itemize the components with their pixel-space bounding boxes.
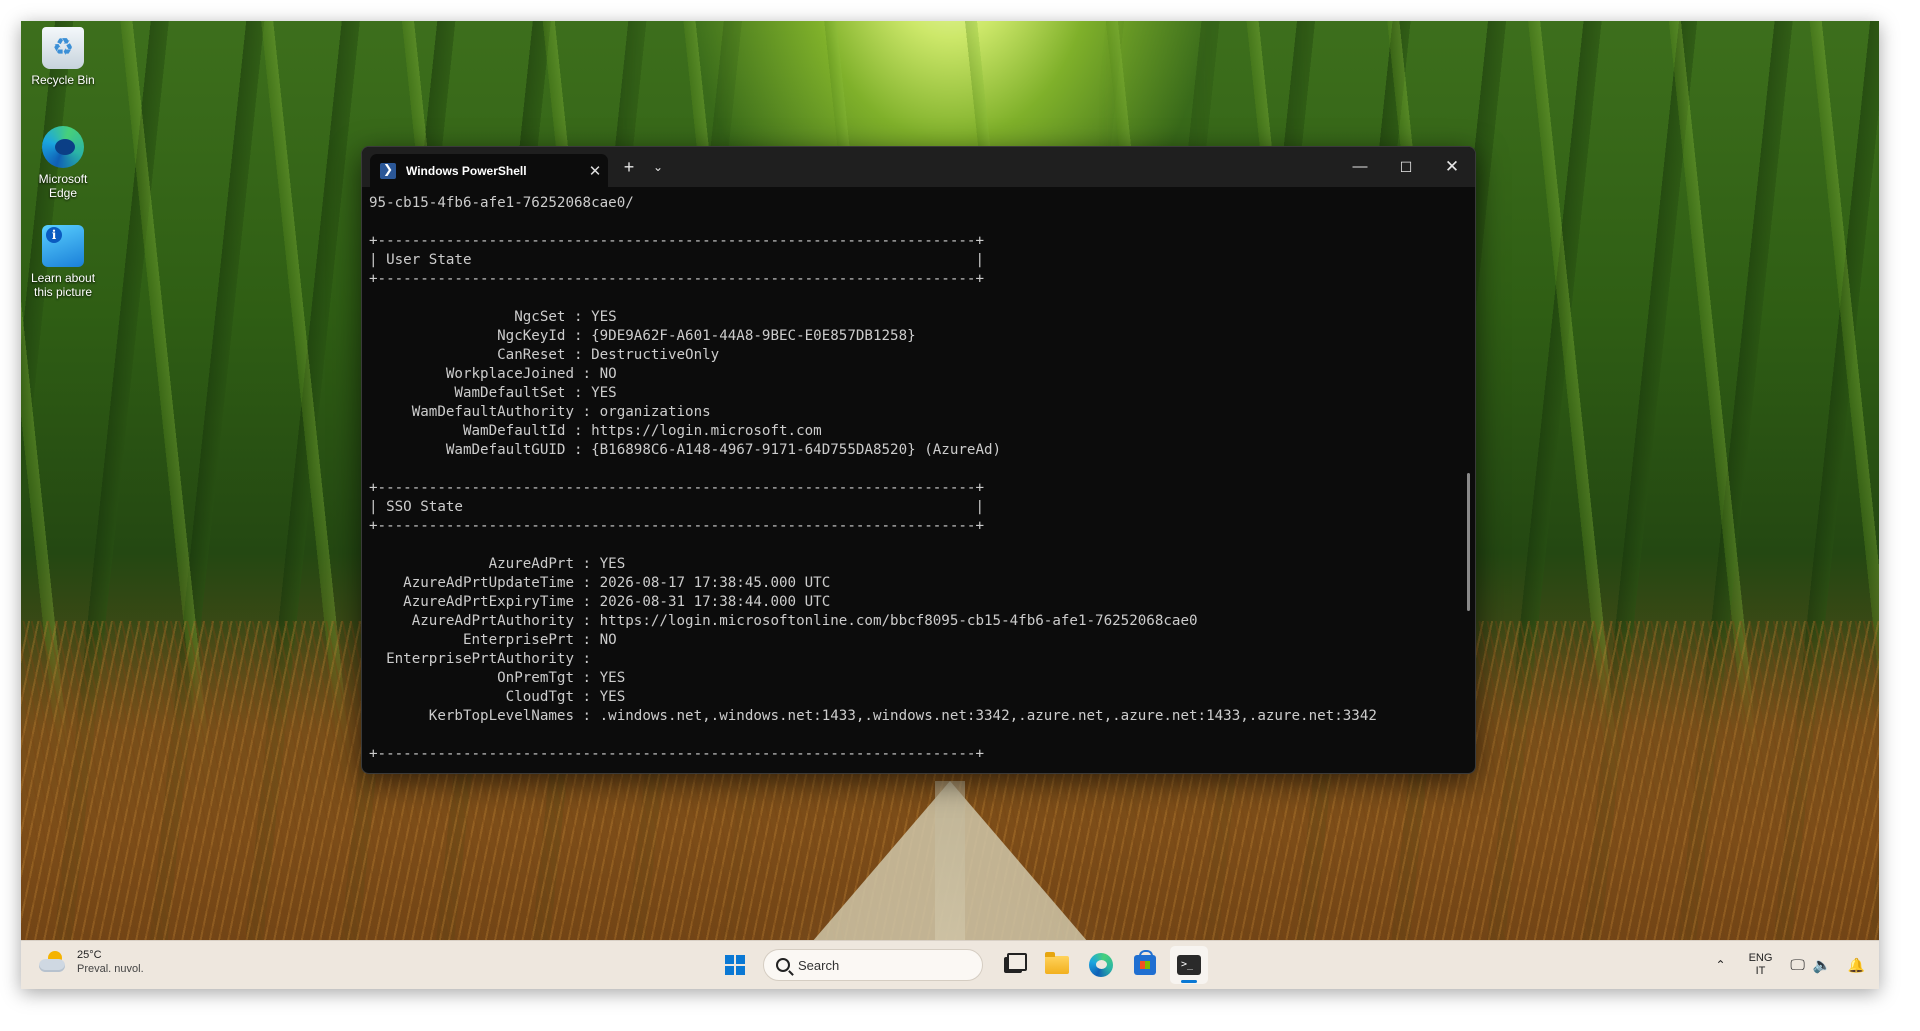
- desktop-icon-label: Recycle Bin: [31, 73, 95, 87]
- console-line: WamDefaultAuthority : organizations: [369, 404, 711, 420]
- desktop-icon-label: Learn about this picture: [30, 271, 96, 299]
- console-line: WamDefaultSet : YES: [369, 385, 617, 401]
- desktop-icon-learn-about-picture[interactable]: Learn about this picture: [27, 225, 99, 299]
- store-icon: [1134, 950, 1156, 975]
- search-placeholder: Search: [798, 957, 840, 973]
- console-line: NgcKeyId : {9DE9A62F-A601-44A8-9BEC-E0E8…: [369, 328, 916, 344]
- console-line: | User State |: [369, 252, 984, 268]
- console-line: EnterprisePrt : NO: [369, 632, 617, 648]
- notification-bell-icon[interactable]: 🔔: [1848, 957, 1865, 974]
- console-line: OnPremTgt : YES: [369, 670, 626, 686]
- title-bar[interactable]: Windows PowerShell ✕ + ⌄ — ☐ ✕: [362, 147, 1475, 187]
- desktop-icon-edge[interactable]: Microsoft Edge: [27, 126, 99, 200]
- recycle-bin-icon: [42, 27, 84, 69]
- system-tray: ⌃ ENG IT 🖵 🔈 🔔: [1711, 941, 1879, 989]
- console-line: AzureAdPrtUpdateTime : 2026-08-17 17:38:…: [369, 575, 831, 591]
- scrollbar-thumb[interactable]: [1467, 473, 1470, 611]
- desktop: Recycle Bin Microsoft Edge Learn about t…: [21, 21, 1879, 989]
- task-view-button[interactable]: [994, 946, 1032, 984]
- terminal-button[interactable]: >_: [1170, 946, 1208, 984]
- lang-secondary: IT: [1755, 965, 1766, 977]
- console-line: +---------------------------------------…: [369, 271, 984, 287]
- console-line: +---------------------------------------…: [369, 233, 984, 249]
- desktop-icon-label: Microsoft Edge: [38, 172, 88, 200]
- console-line: CloudTgt : YES: [369, 689, 626, 705]
- weather-condition: Preval. nuvol.: [77, 963, 144, 975]
- volume-icon[interactable]: 🔈: [1813, 956, 1832, 974]
- close-window-button[interactable]: ✕: [1429, 147, 1475, 187]
- desktop-icon-recycle-bin[interactable]: Recycle Bin: [27, 27, 99, 87]
- console-line: WorkplaceJoined : NO: [369, 366, 617, 382]
- info-picture-icon: [42, 225, 84, 267]
- edge-icon: [1089, 953, 1113, 977]
- terminal-icon: >_: [1177, 955, 1201, 975]
- minimize-button[interactable]: —: [1337, 147, 1383, 187]
- taskbar-search-box[interactable]: Search: [763, 949, 983, 981]
- console-line: AzureAdPrtAuthority : https://login.micr…: [369, 613, 1198, 629]
- console-line: EnterprisePrtAuthority :: [369, 651, 592, 667]
- console-line: WamDefaultId : https://login.microsoft.c…: [369, 423, 822, 439]
- store-button[interactable]: [1126, 946, 1164, 984]
- taskbar-apps: Search >_: [713, 946, 1211, 984]
- tab-windows-powershell[interactable]: Windows PowerShell ✕: [370, 154, 608, 187]
- edge-icon: [42, 126, 84, 168]
- lang-primary: ENG: [1748, 952, 1773, 964]
- search-icon: [776, 958, 790, 972]
- console-line: AzureAdPrt : YES: [369, 556, 626, 572]
- edge-button[interactable]: [1082, 946, 1120, 984]
- console-line: CanReset : DestructiveOnly: [369, 347, 720, 363]
- chevron-up-icon[interactable]: ⌃: [1711, 958, 1731, 972]
- powershell-icon: [380, 162, 396, 179]
- weather-widget[interactable]: 25°C Preval. nuvol.: [39, 948, 144, 976]
- partly-cloudy-icon: [39, 951, 67, 973]
- console-output[interactable]: 95-cb15-4fb6-afe1-76252068cae0/ +--------…: [369, 188, 1461, 773]
- console-line: 95-cb15-4fb6-afe1-76252068cae0/: [369, 195, 634, 211]
- file-explorer-button[interactable]: [1038, 946, 1076, 984]
- chevron-down-icon[interactable]: ⌄: [646, 147, 670, 187]
- console-line: | SSO State |: [369, 499, 984, 515]
- console-line: WamDefaultGUID : {B16898C6-A148-4967-917…: [369, 442, 1002, 458]
- tab-title: Windows PowerShell: [406, 163, 527, 178]
- taskbar: 25°C Preval. nuvol. Search >_ ⌃ ENG IT 🖵…: [21, 940, 1879, 989]
- network-icon[interactable]: 🖵: [1790, 957, 1804, 974]
- new-tab-button[interactable]: +: [614, 147, 644, 187]
- console-line: KerbTopLevelNames : .windows.net,.window…: [369, 708, 1377, 724]
- console-line: +---------------------------------------…: [369, 518, 984, 534]
- maximize-button[interactable]: ☐: [1383, 147, 1429, 187]
- console-line: +---------------------------------------…: [369, 480, 984, 496]
- start-button[interactable]: [716, 946, 754, 984]
- windows-start-icon: [725, 955, 745, 975]
- console-line: NgcSet : YES: [369, 309, 617, 325]
- console-line: AzureAdPrtExpiryTime : 2026-08-31 17:38:…: [369, 594, 831, 610]
- terminal-window[interactable]: Windows PowerShell ✕ + ⌄ — ☐ ✕ 95-cb15-4…: [361, 146, 1476, 774]
- weather-temp: 25°C: [77, 949, 102, 961]
- task-view-icon: [1004, 953, 1027, 973]
- active-indicator: [1181, 980, 1197, 983]
- tab-close-icon[interactable]: ✕: [582, 162, 608, 180]
- console-line: +---------------------------------------…: [369, 746, 984, 762]
- language-indicator[interactable]: ENG IT: [1749, 952, 1773, 978]
- file-explorer-icon: [1045, 952, 1069, 974]
